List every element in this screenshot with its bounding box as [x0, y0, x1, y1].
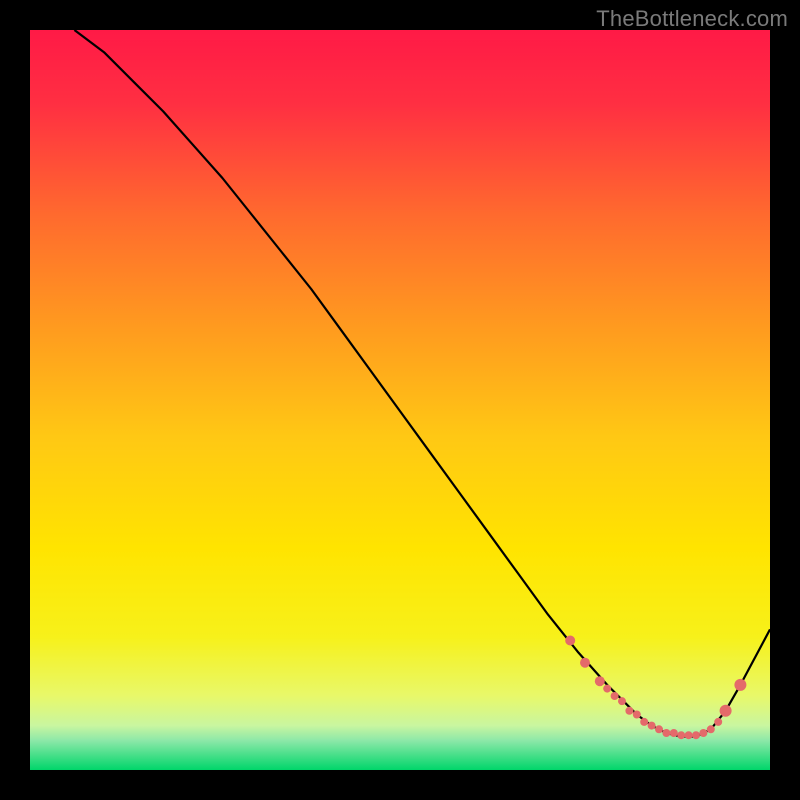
optimal-dot [670, 729, 678, 737]
optimal-dot [611, 692, 619, 700]
optimal-dot [699, 729, 707, 737]
optimal-dot [565, 636, 575, 646]
chart-stage: TheBottleneck.com [0, 0, 800, 800]
optimal-dot [692, 731, 700, 739]
optimal-dot [707, 725, 715, 733]
watermark-text: TheBottleneck.com [596, 6, 788, 32]
optimal-dot [662, 729, 670, 737]
optimal-dot [648, 722, 656, 730]
optimal-dot [625, 707, 633, 715]
optimal-dot [603, 685, 611, 693]
optimal-dot [720, 705, 732, 717]
chart-svg [30, 30, 770, 770]
optimal-dot [618, 697, 626, 705]
optimal-dot [633, 711, 641, 719]
optimal-dot [640, 718, 648, 726]
optimal-dot [685, 731, 693, 739]
optimal-dot [655, 725, 663, 733]
optimal-dot [595, 676, 605, 686]
plot-area [30, 30, 770, 770]
optimal-dot [677, 731, 685, 739]
optimal-dot [734, 679, 746, 691]
optimal-dot [714, 718, 722, 726]
gradient-background [30, 30, 770, 770]
optimal-dot [580, 658, 590, 668]
